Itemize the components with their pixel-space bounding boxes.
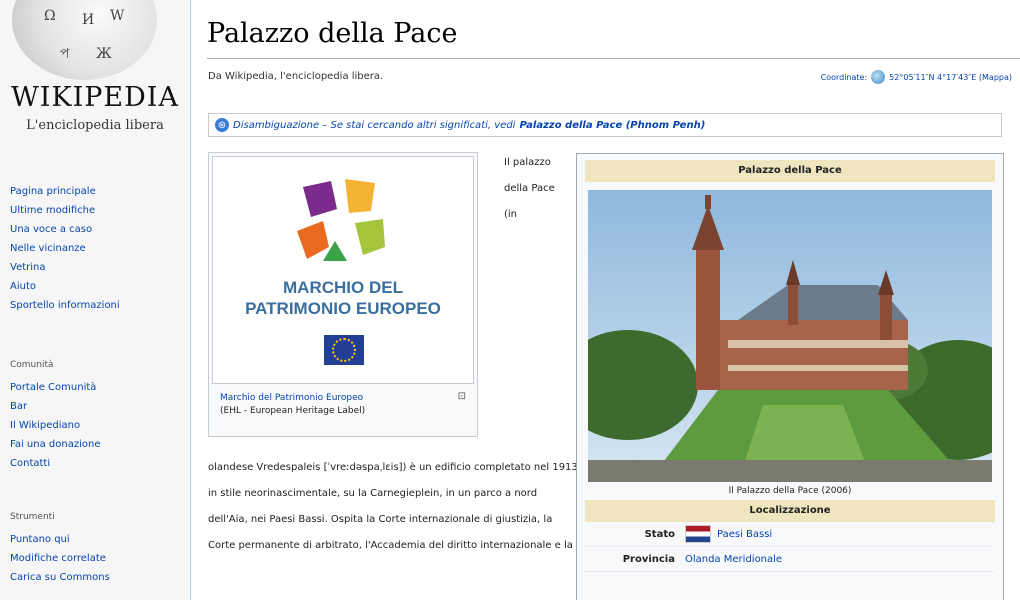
- nav-community-title: Comunità: [10, 360, 54, 370]
- nav-item-upload-commons[interactable]: Carica su Commons: [10, 568, 185, 587]
- peace-palace-illustration: [588, 190, 992, 482]
- site-sub: Da Wikipedia, l'enciclopedia libera.: [208, 71, 384, 82]
- globe-icon[interactable]: [871, 70, 886, 84]
- sidebar: Ω И W প Ж WIKIPEDIA L'enciclopedia liber…: [0, 0, 190, 600]
- nav-tools: Strumenti Puntano qui Modifiche correlat…: [10, 512, 185, 587]
- hatnote-text[interactable]: Disambiguazione – Se stai cercando altri…: [233, 120, 515, 131]
- nav-item-bar[interactable]: Bar: [10, 397, 185, 416]
- coordinates: Coordinate: 52°05′11″N 4°17′43″E (Mappa): [821, 70, 1012, 84]
- heritage-logo-text: MARCHIO DEL PATRIMONIO EUROPEO: [245, 278, 441, 318]
- disambiguation-hatnote: ⊛ Disambiguazione – Se stai cercando alt…: [208, 113, 1002, 137]
- heritage-logo-petals: [297, 179, 385, 261]
- infobox-row-province: Provincia Olanda Meridionale: [585, 547, 995, 572]
- infobox-photo-caption: Il Palazzo della Pace (2006): [728, 486, 852, 496]
- nav-item-community-portal[interactable]: Portale Comunità: [10, 378, 185, 397]
- page-title: Palazzo della Pace: [207, 18, 458, 49]
- thumbnail-caption: Marchio del Patrimonio Europeo (EHL - Eu…: [212, 384, 474, 418]
- caption-subtext: (EHL - European Heritage Label): [220, 406, 366, 416]
- enlarge-icon[interactable]: ⊡: [458, 390, 466, 403]
- disambiguation-icon: ⊛: [215, 118, 229, 132]
- nav-community: Comunità Portale Comunità Bar Il Wikiped…: [10, 360, 185, 473]
- nav-item-featured[interactable]: Vetrina: [10, 258, 185, 277]
- nav-item-related-changes[interactable]: Modifiche correlate: [10, 549, 185, 568]
- province-link[interactable]: Olanda Meridionale: [685, 554, 782, 565]
- coordinates-label-link[interactable]: Coordinate:: [821, 73, 868, 82]
- coordinates-value-link[interactable]: 52°05′11″N 4°17′43″E (Mappa): [889, 73, 1012, 82]
- content-area: Palazzo della Pace Da Wikipedia, l'encic…: [190, 0, 1020, 600]
- nav-main: Pagina principale Ultime modifiche Una v…: [10, 182, 185, 315]
- state-link[interactable]: Paesi Bassi: [717, 529, 772, 540]
- wikipedia-logo[interactable]: Ω И W প Ж WIKIPEDIA L'enciclopedia liber…: [0, 0, 190, 150]
- caption-link[interactable]: Marchio del Patrimonio Europeo: [220, 393, 363, 403]
- nav-item-donate[interactable]: Fai una donazione: [10, 435, 185, 454]
- nav-item-recent-changes[interactable]: Ultime modifiche: [10, 201, 185, 220]
- peace-palace-photo[interactable]: [588, 190, 992, 482]
- nav-item-random[interactable]: Una voce a caso: [10, 220, 185, 239]
- netherlands-flag-icon: [685, 525, 711, 543]
- infobox-row-state: Stato Paesi Bassi: [585, 522, 995, 547]
- nav-item-contacts[interactable]: Contatti: [10, 454, 185, 473]
- nav-tools-title: Strumenti: [10, 512, 55, 522]
- nav-item-info-desk[interactable]: Sportello informazioni: [10, 296, 185, 315]
- wikipedia-wordmark: WIKIPEDIA: [11, 82, 179, 113]
- article-intro-fragment: Il palazzo della Pace (in: [504, 157, 555, 220]
- heritage-label-logo-image[interactable]: MARCHIO DEL PATRIMONIO EUROPEO: [212, 156, 474, 384]
- nav-item-help[interactable]: Aiuto: [10, 277, 185, 296]
- wikipedia-globe-icon: Ω И W প Ж: [12, 0, 157, 80]
- heritage-label-thumbnail: MARCHIO DEL PATRIMONIO EUROPEO Marchio d…: [208, 152, 478, 437]
- nav-item-nearby[interactable]: Nelle vicinanze: [10, 239, 185, 258]
- infobox: Palazzo della Pace Il Palazzo della Pace…: [576, 153, 1004, 600]
- nav-item-main-page[interactable]: Pagina principale: [10, 182, 185, 201]
- nav-item-what-links-here[interactable]: Puntano qui: [10, 530, 185, 549]
- title-divider: [207, 58, 1020, 59]
- article-intro-paragraph: olandese Vredespaleis [ˈvreːdəspaˌlɛis])…: [208, 462, 578, 551]
- infobox-section-header: Localizzazione: [585, 500, 995, 522]
- eu-flag-icon: [324, 335, 364, 365]
- wikipedia-tagline: L'enciclopedia libera: [26, 118, 164, 133]
- infobox-title: Palazzo della Pace: [585, 160, 995, 182]
- nav-item-wikipediano[interactable]: Il Wikipediano: [10, 416, 185, 435]
- hatnote-link[interactable]: Palazzo della Pace (Phnom Penh): [519, 120, 705, 131]
